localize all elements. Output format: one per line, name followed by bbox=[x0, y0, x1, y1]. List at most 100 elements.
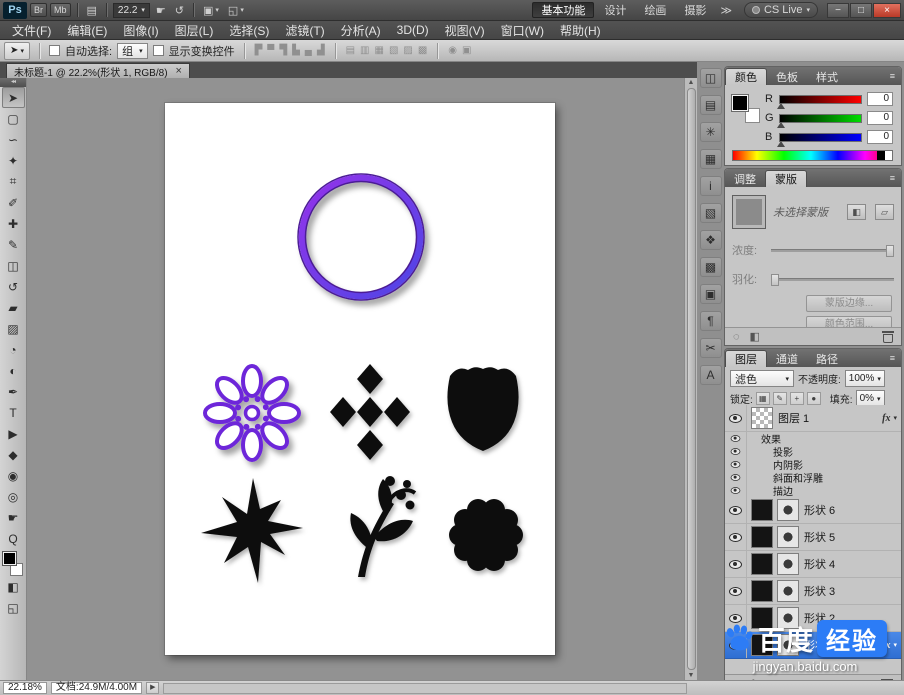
tab-layers[interactable]: 图层 bbox=[725, 350, 767, 367]
zoom-level-field[interactable]: 22.2 ▾ bbox=[113, 3, 150, 18]
foreground-color-swatch[interactable] bbox=[732, 95, 748, 111]
menu-item[interactable]: 3D(D) bbox=[389, 21, 437, 39]
distribute-icon[interactable]: ▧ bbox=[388, 45, 399, 56]
app-logo[interactable]: Ps bbox=[3, 2, 27, 19]
type-tool[interactable]: T bbox=[2, 402, 25, 423]
layer-row[interactable]: 形状 2 fx ▾ bbox=[725, 605, 901, 632]
vector-mask-thumbnail[interactable] bbox=[777, 580, 799, 602]
paragraph-icon[interactable]: ¶ bbox=[700, 311, 722, 331]
menu-item[interactable]: 分析(A) bbox=[333, 21, 389, 39]
grid-icon[interactable]: ▦ bbox=[700, 149, 722, 169]
pen-tool[interactable]: ✒ bbox=[2, 381, 25, 402]
tab-channels[interactable]: 通道 bbox=[767, 350, 807, 367]
scroll-down-icon[interactable]: ▼ bbox=[688, 672, 695, 679]
move-tool[interactable]: ➤ bbox=[2, 87, 25, 108]
visibility-toggle[interactable] bbox=[725, 497, 747, 523]
eyedropper-tool[interactable]: ✐ bbox=[2, 192, 25, 213]
tab-masks[interactable]: 蒙版 bbox=[765, 170, 807, 187]
panels-icon[interactable]: ◫ bbox=[700, 68, 722, 88]
color-slider-track[interactable] bbox=[779, 114, 862, 123]
workspace-design[interactable]: 设计 bbox=[596, 2, 634, 18]
tab-adjustments[interactable]: 调整 bbox=[725, 170, 765, 187]
mask-action-button[interactable]: 蒙版边缘... bbox=[806, 295, 892, 312]
visibility-toggle[interactable] bbox=[725, 432, 747, 445]
document-canvas[interactable] bbox=[165, 103, 555, 655]
diagonal-fill-icon[interactable]: ▧ bbox=[700, 203, 722, 223]
screen-mode-icon[interactable]: ◱ ▾ bbox=[225, 4, 247, 17]
3d-roll-tool[interactable]: ◎ bbox=[2, 486, 25, 507]
history-brush-tool[interactable]: ↺ bbox=[2, 276, 25, 297]
slider-thumb-icon[interactable] bbox=[777, 141, 785, 147]
slider-thumb-icon[interactable] bbox=[886, 245, 894, 257]
canvas-pasteboard[interactable] bbox=[27, 78, 684, 680]
align-icon[interactable]: ▙ bbox=[291, 45, 301, 56]
blend-mode-dropdown[interactable]: 滤色 ▾ bbox=[730, 370, 794, 387]
tab-swatches[interactable]: 色板 bbox=[767, 68, 807, 85]
shape-tool[interactable]: ◆ bbox=[2, 444, 25, 465]
collapse-toolbar-icon[interactable]: ◂◂ bbox=[0, 78, 26, 87]
dodge-tool[interactable]: ◐ bbox=[2, 360, 25, 381]
layer-row[interactable]: 描边 fx ▾ bbox=[725, 484, 901, 497]
tab-paths[interactable]: 路径 bbox=[807, 350, 847, 367]
quick-selection-tool[interactable]: ✦ bbox=[2, 150, 25, 171]
vector-mask-thumbnail[interactable] bbox=[777, 553, 799, 575]
layer-thumbnail[interactable] bbox=[751, 526, 773, 548]
layer-row[interactable]: 图层 1 fx ▾ bbox=[725, 405, 901, 432]
arrange-documents-icon[interactable]: ▣ ▾ bbox=[200, 4, 222, 17]
mini-bridge-button[interactable]: Mb bbox=[50, 3, 71, 17]
distribute-icon[interactable]: ▨ bbox=[402, 45, 413, 56]
white-swatch[interactable] bbox=[885, 151, 892, 160]
panel-menu-icon[interactable]: ≡ bbox=[884, 353, 901, 363]
channel-value-input[interactable]: 0 bbox=[867, 130, 893, 144]
tool-preset-button[interactable]: ➤ ▾ bbox=[4, 42, 30, 60]
distribute-icon[interactable]: ▥ bbox=[359, 45, 370, 56]
align-icon[interactable]: ▛ bbox=[254, 45, 264, 56]
healing-brush-tool[interactable]: ✚ bbox=[2, 213, 25, 234]
workspace-photography[interactable]: 摄影 bbox=[676, 2, 714, 18]
visibility-toggle[interactable] bbox=[725, 405, 747, 431]
hatch-icon[interactable]: ▩ bbox=[700, 257, 722, 277]
layer-thumbnail[interactable] bbox=[751, 499, 773, 521]
opacity-dropdown[interactable]: 100% ▾ bbox=[845, 370, 885, 387]
menu-item[interactable]: 选择(S) bbox=[221, 21, 277, 39]
layer-thumbnail[interactable] bbox=[751, 634, 773, 656]
add-vector-mask-icon[interactable]: ▱ bbox=[875, 204, 894, 220]
align-icon[interactable]: ▟ bbox=[316, 45, 326, 56]
black-swatch[interactable] bbox=[877, 151, 885, 160]
brush-tool[interactable]: ✎ bbox=[2, 234, 25, 255]
channel-value-input[interactable]: 0 bbox=[867, 111, 893, 125]
menu-item[interactable]: 图像(I) bbox=[115, 21, 166, 39]
distribute-icon[interactable]: ▦ bbox=[373, 45, 384, 56]
eraser-tool[interactable]: ▰ bbox=[2, 297, 25, 318]
auto-select-target-dropdown[interactable]: 组 ▾ bbox=[117, 43, 148, 59]
apply-mask-icon[interactable]: ◧ bbox=[750, 330, 760, 343]
layer-row[interactable]: 形状 1 fx ▾ bbox=[725, 632, 901, 659]
marquee-tool[interactable]: ▢ bbox=[2, 108, 25, 129]
visibility-toggle[interactable] bbox=[725, 632, 747, 658]
document-tab[interactable]: 未标题-1 @ 22.2%(形状 1, RGB/8) × bbox=[6, 63, 190, 78]
color-slider-track[interactable] bbox=[779, 133, 862, 142]
info-icon[interactable]: i bbox=[700, 176, 722, 196]
zoom-percentage-field[interactable]: 22.18% bbox=[3, 682, 47, 694]
visibility-toggle[interactable] bbox=[725, 551, 747, 577]
menu-item[interactable]: 视图(V) bbox=[437, 21, 493, 39]
visibility-toggle[interactable] bbox=[725, 484, 747, 497]
color-slider-track[interactable] bbox=[779, 95, 862, 104]
distribute-icon[interactable]: ▩ bbox=[417, 45, 428, 56]
close-icon[interactable]: × bbox=[176, 65, 182, 77]
workspace-overflow-icon[interactable]: ≫ bbox=[717, 4, 735, 17]
rotate-view-icon[interactable]: ↺ bbox=[172, 4, 187, 17]
lasso-tool[interactable]: ∽ bbox=[2, 129, 25, 150]
lock-icon[interactable]: ● bbox=[807, 392, 821, 405]
menu-item[interactable]: 滤镜(T) bbox=[277, 21, 332, 39]
hand-tool[interactable]: ☛ bbox=[2, 507, 25, 528]
3d-rotate-tool[interactable]: ◉ bbox=[2, 465, 25, 486]
menu-item[interactable]: 编辑(E) bbox=[59, 21, 115, 39]
slider-thumb-icon[interactable] bbox=[777, 122, 785, 128]
character-icon[interactable]: A bbox=[700, 365, 722, 385]
screen-mode-button[interactable]: ◱ bbox=[2, 597, 25, 618]
visibility-toggle[interactable] bbox=[725, 605, 747, 631]
gradient-tool[interactable]: ▨ bbox=[2, 318, 25, 339]
hand-icon[interactable]: ☛ bbox=[153, 4, 169, 17]
lock-icon[interactable]: ✎ bbox=[773, 392, 787, 405]
